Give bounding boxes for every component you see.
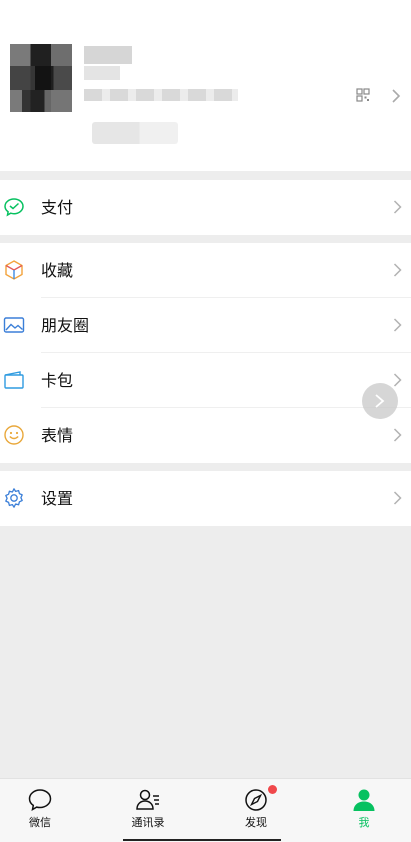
menu-label-moments: 朋友圈 [41, 316, 90, 335]
cube-icon [5, 260, 23, 280]
contacts-icon [136, 789, 159, 810]
gear-icon [5, 488, 23, 508]
chevron-right-icon [393, 491, 402, 505]
main-section: 收藏 朋友圈 卡包 表情 [0, 243, 411, 463]
nickname-redacted [84, 46, 132, 64]
profile-card[interactable] [0, 0, 411, 171]
tab-me[interactable]: 我 [314, 779, 411, 842]
settings-section: 设置 [0, 471, 411, 526]
menu-label-settings: 设置 [41, 489, 74, 508]
menu-item-moments[interactable]: 朋友圈 [0, 298, 411, 353]
person-icon [353, 789, 375, 811]
chevron-right-icon [393, 373, 402, 387]
pay-section: 支付 [0, 180, 411, 235]
chevron-right-icon [393, 200, 402, 214]
smile-icon [4, 425, 24, 445]
menu-item-pay[interactable]: 支付 [0, 180, 411, 235]
nickname-redacted-2 [84, 66, 120, 80]
compass-icon [245, 789, 267, 811]
tab-label: 发现 [245, 816, 267, 829]
chevron-right-icon [393, 263, 402, 277]
status-redacted[interactable] [92, 122, 178, 144]
chevron-right-icon [393, 428, 402, 442]
tab-label: 通讯录 [131, 816, 165, 829]
wechat-pay-icon [4, 198, 24, 217]
tab-discover[interactable]: 发现 [206, 779, 306, 842]
tab-contacts[interactable]: 通讯录 [98, 779, 198, 842]
wallet-icon [4, 371, 24, 389]
menu-label-favorites: 收藏 [41, 261, 74, 280]
menu-item-favorites[interactable]: 收藏 [0, 243, 411, 298]
photo-icon [3, 317, 25, 333]
wechat-id-redacted [84, 89, 238, 101]
menu-label-pay: 支付 [41, 198, 74, 217]
qr-code-icon[interactable] [356, 88, 370, 102]
avatar[interactable] [10, 44, 72, 112]
chat-bubble-icon [28, 789, 52, 811]
floating-assist-button[interactable] [362, 383, 398, 419]
bottom-tab-bar: 微信 通讯录 发现 我 [0, 778, 411, 842]
menu-item-stickers[interactable]: 表情 [0, 408, 411, 463]
menu-label-cards: 卡包 [41, 371, 74, 390]
tab-chats[interactable]: 微信 [0, 779, 90, 842]
menu-item-settings[interactable]: 设置 [0, 471, 411, 526]
chevron-right-icon [393, 318, 402, 332]
chevron-right-icon [375, 394, 385, 408]
profile-arrow-icon[interactable] [391, 88, 401, 104]
menu-item-cards[interactable]: 卡包 [0, 353, 411, 408]
notification-dot [268, 785, 277, 794]
tab-label: 微信 [29, 816, 51, 829]
menu-label-stickers: 表情 [41, 426, 74, 445]
tab-label: 我 [358, 816, 370, 829]
